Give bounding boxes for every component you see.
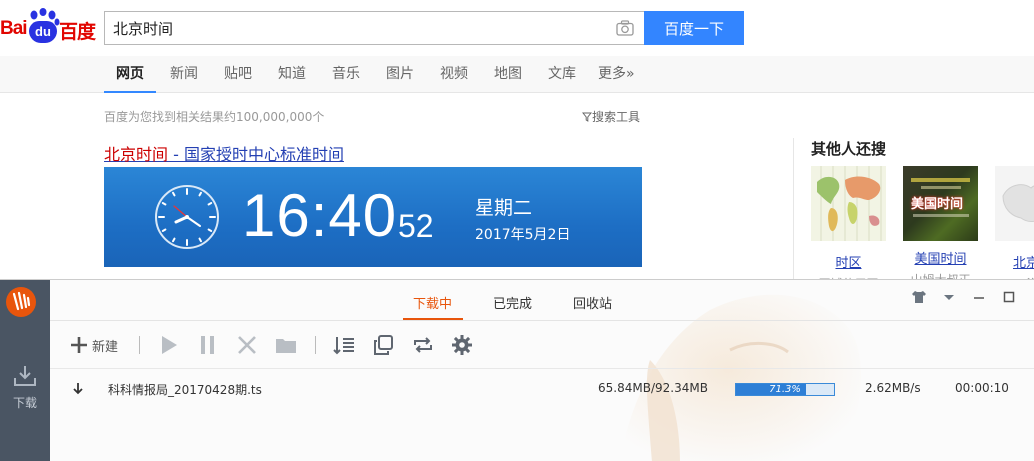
task-file-name: 科科情报局_20170428期.ts (108, 383, 262, 397)
book-cover-thumbnail: 美国时间 (903, 166, 978, 241)
column-divider (793, 138, 794, 288)
task-size: 65.84MB/92.34MB (598, 381, 708, 395)
logo-du-text: du (29, 21, 57, 43)
search-box (104, 11, 644, 45)
download-manager-sidebar: 下载 (0, 280, 50, 461)
repeat-icon[interactable] (412, 334, 434, 356)
copy-link-icon[interactable] (372, 334, 394, 356)
others-searched-title: 其他人还搜 (811, 140, 887, 158)
china-map-thumbnail (995, 166, 1034, 241)
download-tabs: 下载中 已完成 回收站 (50, 280, 1034, 321)
baidu-header: Bai du 百度 百度一下 (0, 0, 1034, 56)
clock-date: 2017年5月2日 (475, 227, 571, 243)
toolbar-separator (315, 336, 316, 354)
clock-icon (155, 185, 219, 249)
others-item-label: 北京时 (1012, 256, 1034, 271)
baidu-logo[interactable]: Bai du 百度 (0, 8, 96, 48)
tab-video[interactable]: 视频 (440, 56, 468, 93)
tab-downloading[interactable]: 下载中 (413, 293, 452, 312)
tab-music[interactable]: 音乐 (332, 56, 360, 93)
task-time-left: 00:00:10 (955, 381, 1009, 395)
result-title-highlight: 北京时间 (104, 145, 169, 164)
task-speed: 2.62MB/s (865, 381, 921, 395)
active-tab-indicator (403, 318, 463, 320)
tab-tieba[interactable]: 贴吧 (224, 56, 252, 93)
logo-bai-text: Bai (0, 18, 28, 39)
tab-more[interactable]: 更多» (598, 56, 635, 93)
menu-dropdown-icon[interactable] (940, 289, 958, 305)
clock-time: 16:40 (242, 182, 398, 249)
search-tools-label: 搜索工具 (592, 110, 641, 124)
clock-weekday: 星期二 (475, 197, 533, 219)
result-title-link[interactable]: 北京时间 - 国家授时中心标准时间 (104, 141, 344, 165)
result-title-rest: - 国家授时中心标准时间 (168, 145, 344, 164)
download-manager-window: 下载 下载中 已完成 回收站 新建 科科情报局_20170428期.ts 65.… (0, 279, 1034, 461)
book-cover-title: 美国时间 (911, 197, 964, 212)
download-icon (14, 366, 36, 386)
tab-recycle-bin[interactable]: 回收站 (573, 293, 612, 312)
tab-completed[interactable]: 已完成 (493, 293, 532, 312)
plus-icon (71, 337, 87, 353)
others-item-beijing-time[interactable]: 北京时 渔 (995, 166, 1034, 292)
others-item-us-time[interactable]: 美国时间 美国时间 山姆大叔正 (903, 166, 978, 288)
others-item-timezone[interactable]: 时区 区域使用同 (811, 166, 886, 292)
pause-icon[interactable] (198, 334, 218, 356)
new-task-button[interactable]: 新建 (69, 334, 129, 356)
logo-baidu-cn-text: 百度 (59, 21, 96, 43)
clock-seconds: 52 (398, 208, 434, 244)
search-tabs: 网页 新闻 贴吧 知道 音乐 图片 视频 地图 文库 更多» (0, 56, 1034, 93)
task-progress-bar: 71.3% (735, 383, 835, 396)
others-item-label: 时区 (835, 256, 862, 271)
others-item-label: 美国时间 (914, 252, 967, 267)
skin-shirt-icon[interactable] (910, 289, 928, 305)
xunlei-logo-icon[interactable] (5, 286, 37, 318)
new-task-label: 新建 (92, 339, 119, 355)
tab-zhidao[interactable]: 知道 (278, 56, 306, 93)
result-count: 百度为您找到相关结果约100,000,000个 (104, 110, 325, 124)
download-toolbar: 新建 (50, 321, 1034, 369)
camera-icon[interactable] (616, 20, 634, 36)
search-button[interactable]: 百度一下 (644, 11, 744, 45)
play-icon[interactable] (159, 334, 179, 356)
download-arrow-icon (73, 383, 83, 395)
search-input[interactable] (105, 12, 605, 44)
toolbar-separator (139, 336, 140, 354)
clock-card: 16:40 52 星期二 2017年5月2日 (104, 167, 642, 267)
task-progress-label: 71.3% (769, 384, 801, 395)
filter-icon (581, 112, 593, 122)
sidebar-item-download[interactable]: 下载 (0, 364, 50, 414)
delete-icon[interactable] (236, 334, 258, 356)
sidebar-download-label: 下载 (12, 396, 37, 410)
tab-map[interactable]: 地图 (494, 56, 522, 93)
tab-images[interactable]: 图片 (386, 56, 414, 93)
tab-web[interactable]: 网页 (104, 56, 156, 93)
minimize-icon[interactable] (970, 289, 988, 305)
world-map-thumbnail (811, 166, 886, 241)
search-tools-button[interactable]: 搜索工具 (581, 108, 641, 125)
folder-icon[interactable] (275, 334, 297, 356)
maximize-icon[interactable] (1000, 289, 1018, 305)
sort-list-icon[interactable] (333, 334, 355, 356)
screen: Bai du 百度 百度一下 网页 新闻 贴吧 知道 音乐 图片 (0, 0, 1034, 461)
settings-gear-icon[interactable] (451, 334, 473, 356)
tab-wenku[interactable]: 文库 (548, 56, 576, 93)
tab-news[interactable]: 新闻 (170, 56, 198, 93)
download-task-row[interactable]: 科科情报局_20170428期.ts 65.84MB/92.34MB 71.3%… (50, 369, 1034, 411)
